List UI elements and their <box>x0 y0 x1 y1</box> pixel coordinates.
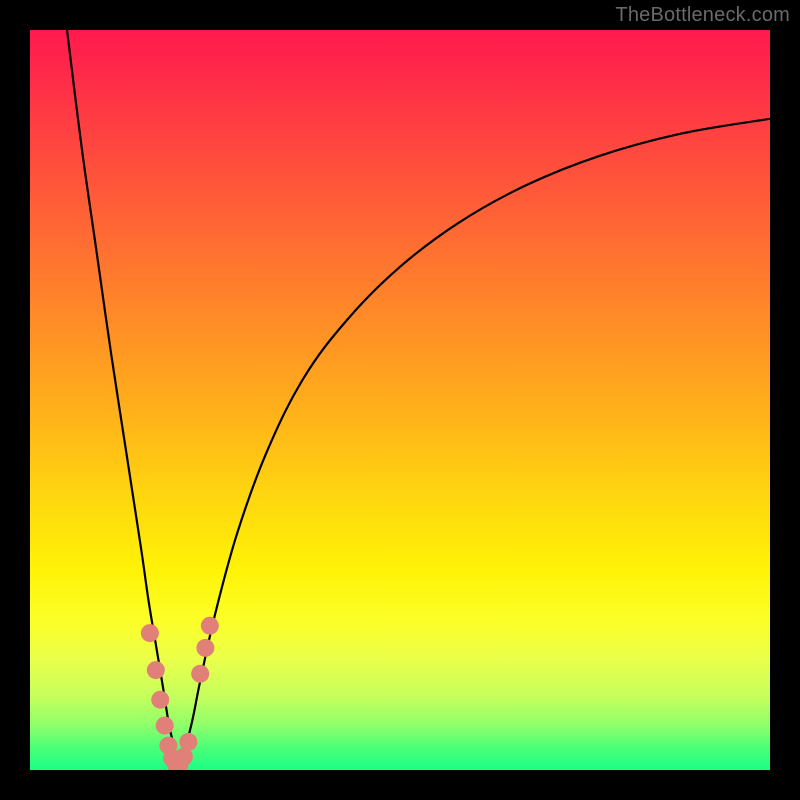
data-marker <box>147 661 165 679</box>
data-marker <box>196 639 214 657</box>
watermark-text: TheBottleneck.com <box>615 4 790 27</box>
curve-right-branch <box>178 119 770 770</box>
data-marker <box>141 624 159 642</box>
data-marker <box>179 733 197 751</box>
chart-svg <box>30 30 770 770</box>
curve-left-branch <box>67 30 178 770</box>
data-marker <box>156 717 174 735</box>
outer-frame: TheBottleneck.com <box>0 0 800 800</box>
data-marker <box>191 665 209 683</box>
markers-group <box>141 617 219 770</box>
data-marker <box>151 691 169 709</box>
data-marker <box>201 617 219 635</box>
plot-area <box>30 30 770 770</box>
